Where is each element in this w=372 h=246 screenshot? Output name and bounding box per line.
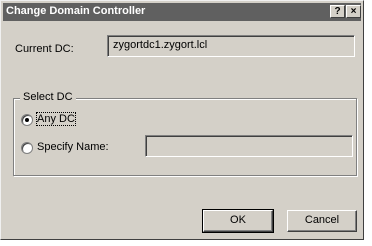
current-dc-field: zygortdc1.zygort.lcl [107,35,355,57]
current-dc-label: Current DC: [15,43,74,55]
cancel-button[interactable]: Cancel [287,210,357,232]
specify-name-label[interactable]: Specify Name: [37,141,109,153]
any-dc-label[interactable]: Any DC [36,112,76,126]
select-dc-group-label: Select DC [20,91,76,103]
radio-selected-dot [25,118,29,122]
current-dc-value: zygortdc1.zygort.lcl [113,39,208,51]
specify-name-radio[interactable] [21,142,33,154]
specify-name-input[interactable] [145,135,353,157]
close-button[interactable]: × [346,5,361,18]
any-dc-radio[interactable] [21,114,33,126]
change-domain-controller-dialog: Change Domain Controller ? × Current DC:… [0,0,364,240]
help-button[interactable]: ? [330,5,345,18]
title-bar[interactable]: Change Domain Controller ? × [3,3,361,21]
dialog-title: Change Domain Controller [6,5,146,17]
ok-button[interactable]: OK [202,209,274,233]
